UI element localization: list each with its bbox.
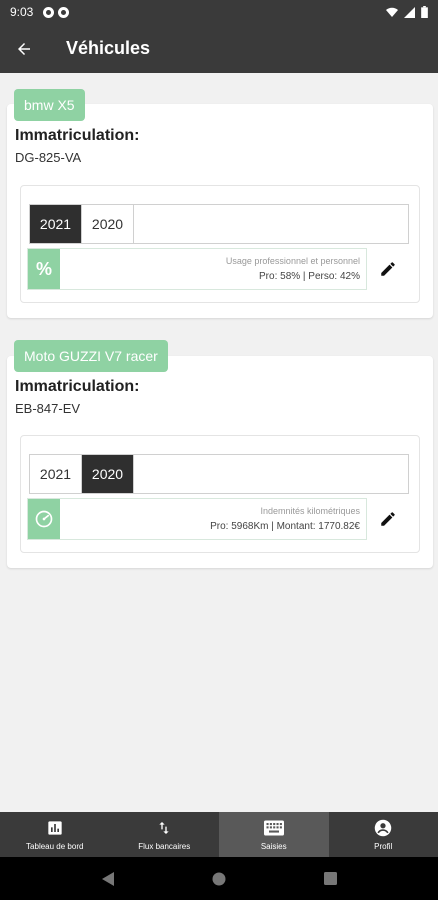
home-circle-icon[interactable]: [212, 872, 226, 886]
nav-label: Saisies: [260, 842, 287, 851]
speedometer-icon: [28, 499, 60, 539]
year-selector: 2021 2020: [29, 204, 409, 244]
back-triangle-icon[interactable]: [101, 871, 114, 886]
usage-type-label: Indemnités kilométriques: [260, 506, 360, 516]
nav-saisies[interactable]: Saisies: [219, 812, 329, 857]
bottom-navigation: Tableau de bord Flux bancaires Saisies P…: [0, 812, 438, 857]
percent-icon: %: [28, 249, 60, 289]
registration-value: DG-825-VA: [15, 150, 82, 165]
page-title: Véhicules: [66, 38, 151, 58]
signal-icon: [404, 6, 415, 18]
registration-label: Immatriculation:: [15, 378, 140, 395]
arrow-back-icon: [18, 42, 30, 55]
registration-label: Immatriculation:: [15, 127, 140, 144]
back-button[interactable]: [0, 24, 48, 73]
usage-info-row: Indemnités kilométriques Pro: 5968Km | M…: [27, 498, 367, 540]
wifi-icon: [386, 7, 398, 17]
year-tab-2020[interactable]: 2020: [82, 455, 134, 493]
edit-button[interactable]: [377, 258, 399, 280]
battery-icon: [421, 6, 428, 18]
recents-square-icon[interactable]: [323, 872, 337, 885]
year-selector: 2021 2020: [29, 454, 409, 494]
notification-icon: [43, 6, 55, 18]
keyboard-icon: [263, 820, 284, 836]
system-navigation-bar: [0, 857, 438, 900]
nav-label: Profil: [374, 842, 393, 851]
nav-label: Tableau de bord: [26, 842, 84, 851]
usage-info-row: % Usage professionnel et personnel Pro: …: [27, 248, 367, 290]
notification-icon: [58, 6, 70, 18]
vehicle-usage-panel: 2021 2020 % Usage professionnel et perso…: [20, 185, 420, 303]
year-tab-2021[interactable]: 2021: [30, 455, 82, 493]
account-circle-icon: [375, 819, 392, 837]
vehicle-name-tag: bmw X5: [14, 89, 85, 121]
vehicle-usage-panel: 2021 2020 Indemnités kilométriques Pro: …: [20, 435, 420, 553]
year-tab-2020[interactable]: 2020: [82, 205, 134, 243]
year-tab-2021[interactable]: 2021: [30, 205, 82, 243]
nav-profil[interactable]: Profil: [329, 812, 438, 857]
nav-label: Flux bancaires: [138, 842, 191, 851]
edit-button[interactable]: [377, 508, 399, 530]
nav-flux-bancaires[interactable]: Flux bancaires: [110, 812, 220, 857]
registration-value: EB-847-EV: [15, 401, 81, 416]
pencil-icon: [381, 512, 395, 526]
vehicle-name-tag: Moto GUZZI V7 racer: [14, 340, 168, 372]
pencil-icon: [381, 262, 395, 276]
nav-tableau-de-bord[interactable]: Tableau de bord: [0, 812, 110, 857]
status-time: 9:03: [10, 5, 34, 19]
usage-detail: Pro: 58% | Perso: 42%: [259, 271, 360, 282]
usage-type-label: Usage professionnel et personnel: [225, 256, 360, 266]
app-bar: Véhicules: [0, 24, 438, 73]
status-bar: 9:03: [0, 0, 438, 24]
swap-vert-icon: [159, 822, 169, 834]
dashboard-chart-icon: [48, 821, 62, 835]
usage-detail: Pro: 5968Km | Montant: 1770.82€: [210, 521, 360, 532]
